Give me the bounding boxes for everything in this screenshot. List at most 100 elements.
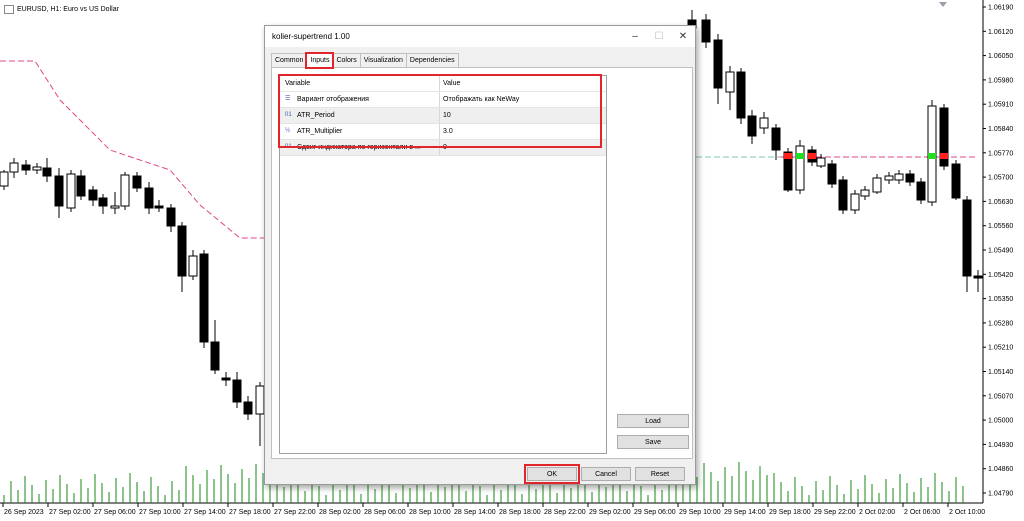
- time-axis: 26 Sep 2023 27 Sep 02:00 27 Sep 06:00 27 Se…: [2, 503, 985, 516]
- candle-body: [816, 157, 826, 167]
- candle-body: [210, 341, 220, 371]
- variable-value[interactable]: 3.0: [440, 124, 606, 139]
- supertrend-signal-marker: [928, 153, 936, 159]
- time-tick-label: 27 Sep 22:00: [274, 509, 316, 516]
- scroll-arrow-icon[interactable]: [939, 2, 947, 7]
- candle-body: [98, 197, 108, 207]
- minimize-icon[interactable]: –: [623, 31, 647, 42]
- time-tick-label: 2 Oct 06:00: [904, 509, 940, 516]
- chart-window-icon: [4, 5, 14, 14]
- candle-body: [725, 71, 735, 93]
- candle-body: [21, 164, 31, 171]
- candle-body: [232, 379, 242, 403]
- variable-column-header[interactable]: Variable: [280, 76, 440, 91]
- variable-value[interactable]: 0: [440, 140, 606, 155]
- variable-value[interactable]: 10: [440, 108, 606, 123]
- time-tick-label: 29 Sep 06:00: [634, 509, 676, 516]
- candle-body: [905, 173, 915, 183]
- tab-colors[interactable]: Colors: [332, 53, 361, 67]
- price-tick-label: 1.05560: [988, 223, 1013, 230]
- table-row[interactable]: 01 Сдвиг индикатора по горизонтали в ... …: [280, 140, 606, 156]
- inputs-table: Variable Value ☰ Вариант отображения Отоб…: [279, 75, 607, 454]
- candle-body: [144, 187, 154, 209]
- supertrend-signal-marker: [808, 153, 816, 159]
- price-tick-label: 1.05350: [988, 296, 1013, 303]
- candle-body: [872, 177, 882, 193]
- price-tick-label: 1.05490: [988, 248, 1013, 255]
- variable-value[interactable]: Отображать как NeWay: [440, 92, 606, 107]
- time-tick-label: 29 Sep 10:00: [679, 509, 721, 516]
- candle-body: [759, 117, 769, 129]
- time-tick-label: 27 Sep 14:00: [184, 509, 226, 516]
- candle-body: [850, 193, 860, 211]
- candle-body: [0, 171, 9, 187]
- candle-body: [9, 162, 19, 173]
- maximize-icon: ☐: [654, 31, 664, 42]
- candle-body: [199, 253, 209, 343]
- indicator-properties-dialog[interactable]: kolier-supertrend 1.00 – ☐ ✕ Common Inpu…: [264, 25, 696, 485]
- candle-body: [32, 166, 42, 171]
- candle-body: [827, 163, 837, 185]
- candle-body: [221, 377, 231, 381]
- candle-body: [884, 175, 894, 181]
- table-row[interactable]: 01 ATR_Period 10: [280, 108, 606, 124]
- cancel-button[interactable]: Cancel: [581, 467, 631, 481]
- candle-body: [243, 401, 253, 415]
- candle-body: [166, 207, 176, 227]
- price-tick-label: 1.05630: [988, 199, 1013, 206]
- time-tick-label: 28 Sep 06:00: [364, 509, 406, 516]
- close-icon[interactable]: ✕: [671, 31, 695, 42]
- variable-name: ATR_Multiplier: [297, 128, 343, 135]
- tab-dependencies[interactable]: Dependencies: [405, 53, 459, 67]
- candle-body: [54, 175, 64, 207]
- price-axis: 1.06190 1.06120 1.06050 1.05980 1.05910 1.058…: [983, 5, 1013, 498]
- dialog-titlebar[interactable]: kolier-supertrend 1.00 – ☐ ✕: [265, 26, 695, 47]
- price-tick-label: 1.05700: [988, 175, 1013, 182]
- integer-icon: 01: [285, 144, 292, 150]
- load-button[interactable]: Load: [617, 414, 689, 428]
- table-row[interactable]: ½ ATR_Multiplier 3.0: [280, 124, 606, 140]
- time-tick-label: 29 Sep 02:00: [589, 509, 631, 516]
- price-tick-label: 1.05420: [988, 272, 1013, 279]
- supertrend-signal-marker: [940, 153, 948, 159]
- chart-title: EURUSD, H1: Euro vs US Dollar: [4, 5, 119, 14]
- tab-visualization[interactable]: Visualization: [359, 53, 407, 67]
- time-tick-label: 27 Sep 10:00: [139, 509, 181, 516]
- dialog-tabs: Common Inputs Colors Visualization Depen…: [271, 52, 459, 69]
- variable-name: Сдвиг индикатора по горизонтали в ...: [297, 144, 421, 151]
- price-tick-label: 1.05000: [988, 418, 1013, 425]
- time-tick-label: 26 Sep 2023: [4, 509, 44, 516]
- candle-body: [120, 174, 130, 207]
- candle-body: [795, 145, 805, 191]
- time-tick-label: 28 Sep 22:00: [544, 509, 586, 516]
- candle-body: [76, 175, 86, 197]
- candle-body: [962, 199, 972, 277]
- list-icon: ☰: [285, 96, 291, 102]
- inputs-panel: Variable Value ☰ Вариант отображения Отоб…: [271, 67, 693, 459]
- candle-body: [132, 175, 142, 189]
- time-tick-label: 28 Sep 14:00: [454, 509, 496, 516]
- candle-body: [973, 275, 983, 279]
- tab-common[interactable]: Common: [271, 53, 308, 67]
- value-column-header[interactable]: Value: [440, 76, 606, 91]
- dialog-title: kolier-supertrend 1.00: [272, 32, 350, 41]
- time-tick-label: 29 Sep 14:00: [724, 509, 766, 516]
- candle-body: [66, 173, 76, 209]
- candle-body: [42, 167, 52, 177]
- price-tick-label: 1.04860: [988, 466, 1013, 473]
- ok-button[interactable]: OK: [524, 464, 580, 484]
- tab-inputs[interactable]: Inputs: [305, 52, 335, 69]
- candle-body: [88, 189, 98, 201]
- save-button[interactable]: Save: [617, 435, 689, 449]
- candle-body: [771, 127, 781, 151]
- time-tick-label: 27 Sep 06:00: [94, 509, 136, 516]
- price-tick-label: 1.05070: [988, 393, 1013, 400]
- time-tick-label: 28 Sep 02:00: [319, 509, 361, 516]
- table-row[interactable]: ☰ Вариант отображения Отображать как NeWa…: [280, 92, 606, 108]
- price-tick-label: 1.06190: [988, 5, 1013, 12]
- candle-body: [177, 225, 187, 277]
- time-tick-label: 28 Sep 18:00: [499, 509, 541, 516]
- supertrend-upper-segment: [0, 60, 265, 239]
- price-tick-label: 1.05910: [988, 102, 1013, 109]
- reset-button[interactable]: Reset: [635, 467, 685, 481]
